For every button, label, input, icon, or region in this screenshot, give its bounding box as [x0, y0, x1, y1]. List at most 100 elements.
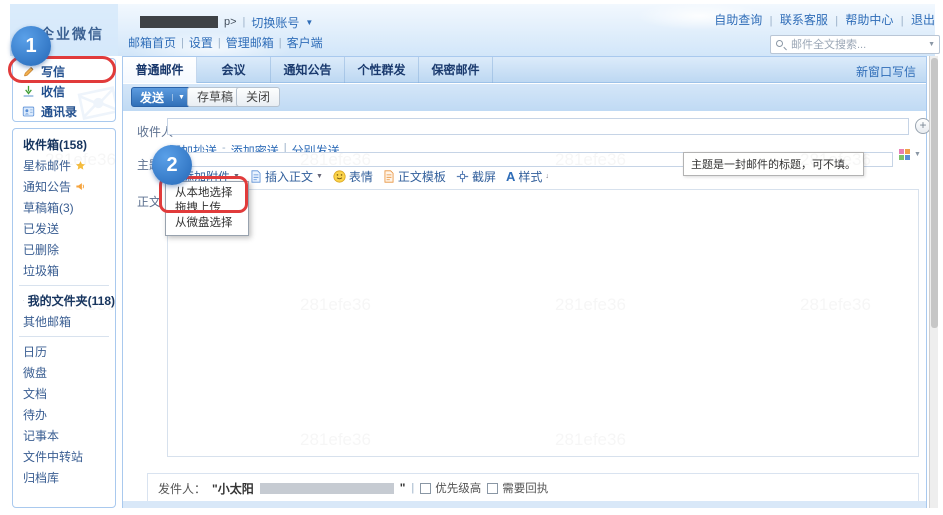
announcement-horn-icon [75, 181, 86, 192]
close-button[interactable]: 关闭 [236, 87, 280, 107]
folder-label: 垃圾箱 [23, 262, 59, 279]
folder-my-folders[interactable]: 我的文件夹(118) [13, 290, 115, 311]
contact-support-link[interactable]: 联系客服 [780, 13, 828, 27]
tool-todo[interactable]: 待办 [13, 404, 115, 425]
style-label: 样式 [518, 168, 542, 185]
tool-label: 记事本 [23, 427, 59, 444]
priority-checkbox[interactable] [420, 483, 431, 494]
nav-manage-mailbox[interactable]: 管理邮箱 [226, 34, 274, 51]
chevron-down-icon: ▼ [316, 173, 323, 180]
vertical-scrollbar[interactable] [929, 56, 938, 508]
nav-mailbox-home[interactable]: 邮箱首页 [128, 34, 176, 51]
switch-account-link[interactable]: 切换账号 [251, 14, 299, 31]
folder-label: 草稿箱(3) [23, 199, 74, 216]
folder-label: 通知公告 [23, 178, 71, 195]
body-template-button[interactable]: 正文模板 [383, 168, 446, 185]
tab-notice[interactable]: 通知公告 [271, 57, 345, 83]
folder-other-mailbox[interactable]: 其他邮箱 [13, 311, 115, 332]
folder-deleted[interactable]: 已删除 [13, 239, 115, 260]
folder-spam[interactable]: 垃圾箱 [13, 260, 115, 281]
tab-personalized-mass[interactable]: 个性群发 [345, 57, 419, 83]
receive-mail-icon [22, 85, 35, 98]
tool-archive[interactable]: 归档库 [13, 467, 115, 488]
insert-body-label: 插入正文 [265, 168, 313, 185]
sidebar-folders-panel: 收件箱(158) 星标邮件 通知公告 草稿箱(3) 已发送 已删除 垃圾箱 我的… [12, 128, 116, 508]
folder-inbox[interactable]: 收件箱(158) [13, 134, 115, 155]
divider-pipe: | [411, 482, 414, 494]
help-center-link[interactable]: 帮助中心 [845, 13, 893, 27]
annotation-step-2-badge: 2 [152, 145, 192, 185]
folder-sent[interactable]: 已发送 [13, 218, 115, 239]
color-tag-arrow-icon[interactable]: ▼ [914, 151, 921, 158]
priority-label: 优先级高 [435, 480, 481, 496]
tab-normal-mail[interactable]: 普通邮件 [123, 57, 197, 83]
mail-search-box: ▼ [770, 35, 940, 54]
header-nav: 邮箱首页 | 设置 | 管理邮箱 | 客户端 [128, 34, 323, 51]
sidebar-item-contacts[interactable]: 通讯录 [13, 101, 115, 121]
receipt-checkbox[interactable] [487, 483, 498, 494]
panel-bottom-strip [123, 501, 926, 508]
folder-label: 收件箱(158) [23, 136, 87, 153]
compose-actionbar: 发送 ▼ 存草稿 关闭 [123, 84, 926, 111]
folder-starred[interactable]: 星标邮件 [13, 155, 115, 176]
menu-item-select-wedrive[interactable]: 从微盘选择 [166, 216, 248, 231]
nav-client[interactable]: 客户端 [287, 34, 323, 51]
divider-pipe: | [243, 16, 246, 28]
tool-label: 微盘 [23, 364, 47, 381]
expander-icon[interactable] [23, 296, 24, 305]
sidebar-item-label: 通讯录 [41, 103, 77, 120]
scrollbar-thumb[interactable] [931, 58, 938, 328]
divider-pipe: | [279, 37, 282, 49]
tool-docs[interactable]: 文档 [13, 383, 115, 404]
folder-label: 星标邮件 [23, 157, 71, 174]
tool-label: 文档 [23, 385, 47, 402]
nav-settings[interactable]: 设置 [189, 34, 213, 51]
mail-body-editor[interactable] [167, 189, 919, 457]
body-template-label: 正文模板 [398, 168, 446, 185]
logout-link[interactable]: 退出 [911, 13, 935, 27]
chevron-down-icon[interactable]: ▼ [305, 18, 313, 27]
folder-announcements[interactable]: 通知公告 [13, 176, 115, 197]
tool-calendar[interactable]: 日历 [13, 341, 115, 362]
sender-quote: " [400, 481, 406, 495]
style-button[interactable]: A 样式 ↓ [506, 168, 549, 185]
tool-notes[interactable]: 记事本 [13, 425, 115, 446]
sender-name: "小太阳 [212, 480, 254, 497]
sender-label: 发件人： [158, 480, 206, 497]
divider-pipe: | [770, 15, 773, 27]
send-button[interactable]: 发送 ▼ [131, 87, 191, 107]
save-draft-button[interactable]: 存草稿 [187, 87, 243, 107]
tab-meeting[interactable]: 会议 [197, 57, 271, 83]
folder-label: 已删除 [23, 241, 59, 258]
color-tag-icon[interactable] [899, 149, 910, 160]
divider-pipe: | [901, 15, 904, 27]
self-service-link[interactable]: 自助查询 [714, 13, 762, 27]
search-options-arrow-icon[interactable]: ▼ [928, 41, 935, 48]
folder-label: 我的文件夹(118) [28, 292, 115, 309]
body-label: 正文 [137, 193, 161, 210]
tool-label: 待办 [23, 406, 47, 423]
emoji-button[interactable]: 表情 [333, 168, 373, 185]
search-input[interactable] [791, 37, 921, 52]
tool-wedrive[interactable]: 微盘 [13, 362, 115, 383]
style-a-icon: A [506, 169, 515, 184]
sidebar-item-receive[interactable]: 收信 [13, 81, 115, 101]
folder-label: 已发送 [23, 220, 59, 237]
tool-label: 归档库 [23, 469, 59, 486]
compose-tabbar: 普通邮件 会议 通知公告 个性群发 保密邮件 新窗口写信 [123, 57, 926, 83]
compose-panel: 普通邮件 会议 通知公告 个性群发 保密邮件 新窗口写信 发送 ▼ 存草稿 关闭… [122, 56, 927, 508]
new-window-compose-link[interactable]: 新窗口写信 [856, 63, 916, 80]
screenshot-label: 截屏 [472, 168, 496, 185]
app-window: 企业微信 p> | 切换账号 ▼ 邮箱首页 | 设置 | 管理邮箱 | 客户端 … [0, 0, 943, 515]
subject-tooltip: 主题是一封邮件的标题，可不填。 [683, 152, 864, 176]
recipient-input[interactable] [167, 118, 909, 135]
screenshot-button[interactable]: 截屏 [456, 168, 496, 185]
search-icon [776, 40, 783, 47]
screenshot-crosshair-icon [456, 170, 469, 183]
tab-confidential[interactable]: 保密邮件 [419, 57, 493, 83]
folder-drafts[interactable]: 草稿箱(3) [13, 197, 115, 218]
divider-pipe: | [218, 37, 221, 49]
folder-label: 其他邮箱 [23, 313, 71, 330]
insert-body-button[interactable]: 插入正文 ▼ [250, 168, 323, 185]
tool-file-transfer[interactable]: 文件中转站 [13, 446, 115, 467]
